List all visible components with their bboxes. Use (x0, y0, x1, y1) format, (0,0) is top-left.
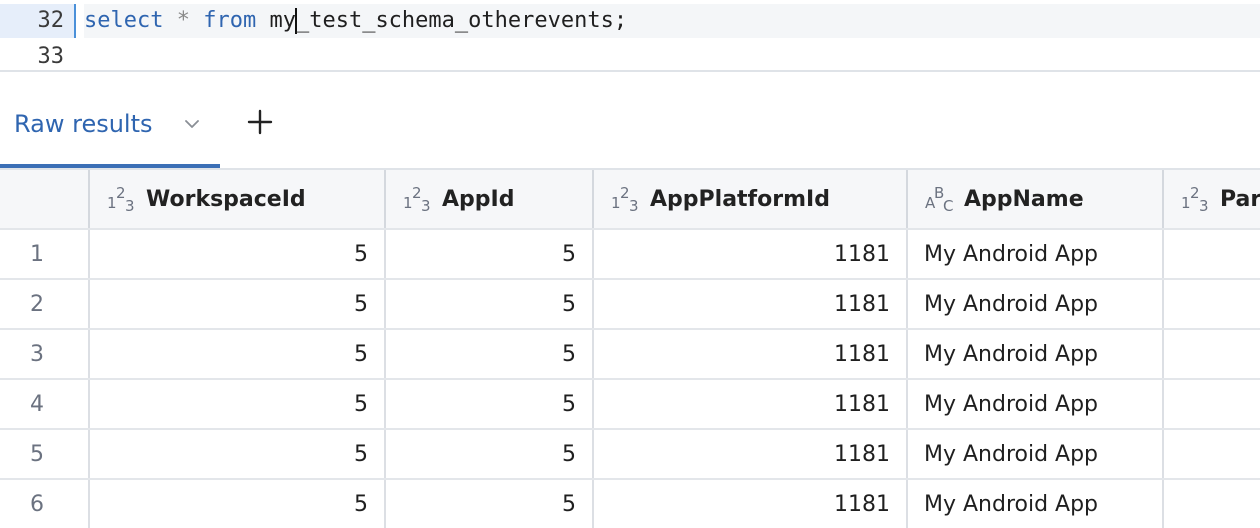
table-row[interactable]: 1 5 5 1181 My Android App (0, 230, 1260, 280)
column-header-appplatformid[interactable]: 1 2 3 AppPlatformId (594, 170, 908, 228)
results-grid: 1 2 3 WorkspaceId 1 2 3 AppId 1 2 3 AppP… (0, 170, 1260, 528)
column-header-label: AppPlatformId (650, 186, 830, 212)
numeric-type-icon: 1 2 3 (107, 184, 135, 214)
numeric-type-icon: 1 2 3 (403, 184, 431, 214)
svg-text:3: 3 (421, 197, 431, 214)
cell-appname[interactable]: My Android App (908, 280, 1164, 328)
column-header-appname[interactable]: A B C AppName (908, 170, 1164, 228)
cell-workspaceid[interactable]: 5 (90, 380, 386, 428)
cell-appname[interactable]: My Android App (908, 230, 1164, 278)
column-header-label: Par (1220, 186, 1260, 212)
sql-identifier: _test_schema_otherevents; (295, 8, 628, 33)
sql-operator: * (176, 8, 190, 33)
cell-appid[interactable]: 5 (386, 230, 594, 278)
row-number: 1 (0, 230, 90, 278)
row-number-header (0, 170, 90, 228)
cell-par[interactable] (1164, 380, 1260, 428)
cell-par[interactable] (1164, 480, 1260, 528)
cell-appname[interactable]: My Android App (908, 380, 1164, 428)
grid-header-row: 1 2 3 WorkspaceId 1 2 3 AppId 1 2 3 AppP… (0, 170, 1260, 230)
cell-workspaceid[interactable]: 5 (90, 280, 386, 328)
cell-appid[interactable]: 5 (386, 380, 594, 428)
row-number: 3 (0, 330, 90, 378)
row-number: 4 (0, 380, 90, 428)
line-number: 32 (0, 4, 74, 38)
results-tab-bar: Raw results (0, 72, 1260, 170)
code-line[interactable]: select * from my_test_schema_otherevents… (84, 4, 1260, 38)
cell-appid[interactable]: 5 (386, 280, 594, 328)
row-number: 2 (0, 280, 90, 328)
numeric-type-icon: 1 2 3 (611, 184, 639, 214)
cell-workspaceid[interactable]: 5 (90, 480, 386, 528)
line-number-gutter: 32 33 (0, 0, 74, 70)
sql-identifier: my (269, 8, 296, 33)
table-row[interactable]: 2 5 5 1181 My Android App (0, 280, 1260, 330)
cell-appplatformid[interactable]: 1181 (594, 330, 908, 378)
sql-keyword: from (203, 8, 257, 33)
numeric-type-icon: 1 2 3 (1181, 184, 1209, 214)
cell-appname[interactable]: My Android App (908, 330, 1164, 378)
svg-text:3: 3 (629, 197, 639, 214)
cell-appplatformid[interactable]: 1181 (594, 480, 908, 528)
column-header-label: WorkspaceId (146, 186, 306, 212)
cell-appid[interactable]: 5 (386, 330, 594, 378)
cell-appname[interactable]: My Android App (908, 430, 1164, 478)
row-number: 6 (0, 480, 90, 528)
cell-appplatformid[interactable]: 1181 (594, 280, 908, 328)
svg-text:3: 3 (125, 197, 135, 214)
tab-label: Raw results (14, 110, 153, 138)
text-type-icon: A B C (925, 184, 953, 214)
active-line-marker (74, 4, 76, 38)
line-number: 33 (37, 44, 65, 69)
table-row[interactable]: 3 5 5 1181 My Android App (0, 330, 1260, 380)
sql-editor[interactable]: 32 33 select * from my_test_schema_other… (0, 0, 1260, 72)
chevron-down-icon[interactable] (184, 116, 200, 132)
column-header-par[interactable]: 1 2 3 Par (1164, 170, 1260, 228)
cell-workspaceid[interactable]: 5 (90, 230, 386, 278)
tab-raw-results[interactable]: Raw results (0, 72, 220, 168)
cell-par[interactable] (1164, 430, 1260, 478)
cell-appplatformid[interactable]: 1181 (594, 430, 908, 478)
column-header-workspaceid[interactable]: 1 2 3 WorkspaceId (90, 170, 386, 228)
cell-par[interactable] (1164, 230, 1260, 278)
svg-text:C: C (943, 197, 953, 214)
cell-workspaceid[interactable]: 5 (90, 430, 386, 478)
cell-appplatformid[interactable]: 1181 (594, 380, 908, 428)
table-row[interactable]: 4 5 5 1181 My Android App (0, 380, 1260, 430)
table-row[interactable]: 5 5 5 1181 My Android App (0, 430, 1260, 480)
table-row[interactable]: 6 5 5 1181 My Android App (0, 480, 1260, 528)
cell-workspaceid[interactable]: 5 (90, 330, 386, 378)
column-header-label: AppName (964, 186, 1084, 212)
cell-appid[interactable]: 5 (386, 430, 594, 478)
plus-icon[interactable] (246, 108, 274, 136)
cell-appplatformid[interactable]: 1181 (594, 230, 908, 278)
svg-text:3: 3 (1199, 197, 1209, 214)
row-number: 5 (0, 430, 90, 478)
cell-par[interactable] (1164, 280, 1260, 328)
column-header-appid[interactable]: 1 2 3 AppId (386, 170, 594, 228)
cell-appname[interactable]: My Android App (908, 480, 1164, 528)
cell-appid[interactable]: 5 (386, 480, 594, 528)
column-header-label: AppId (442, 186, 515, 212)
cell-par[interactable] (1164, 330, 1260, 378)
sql-keyword: select (84, 8, 164, 33)
